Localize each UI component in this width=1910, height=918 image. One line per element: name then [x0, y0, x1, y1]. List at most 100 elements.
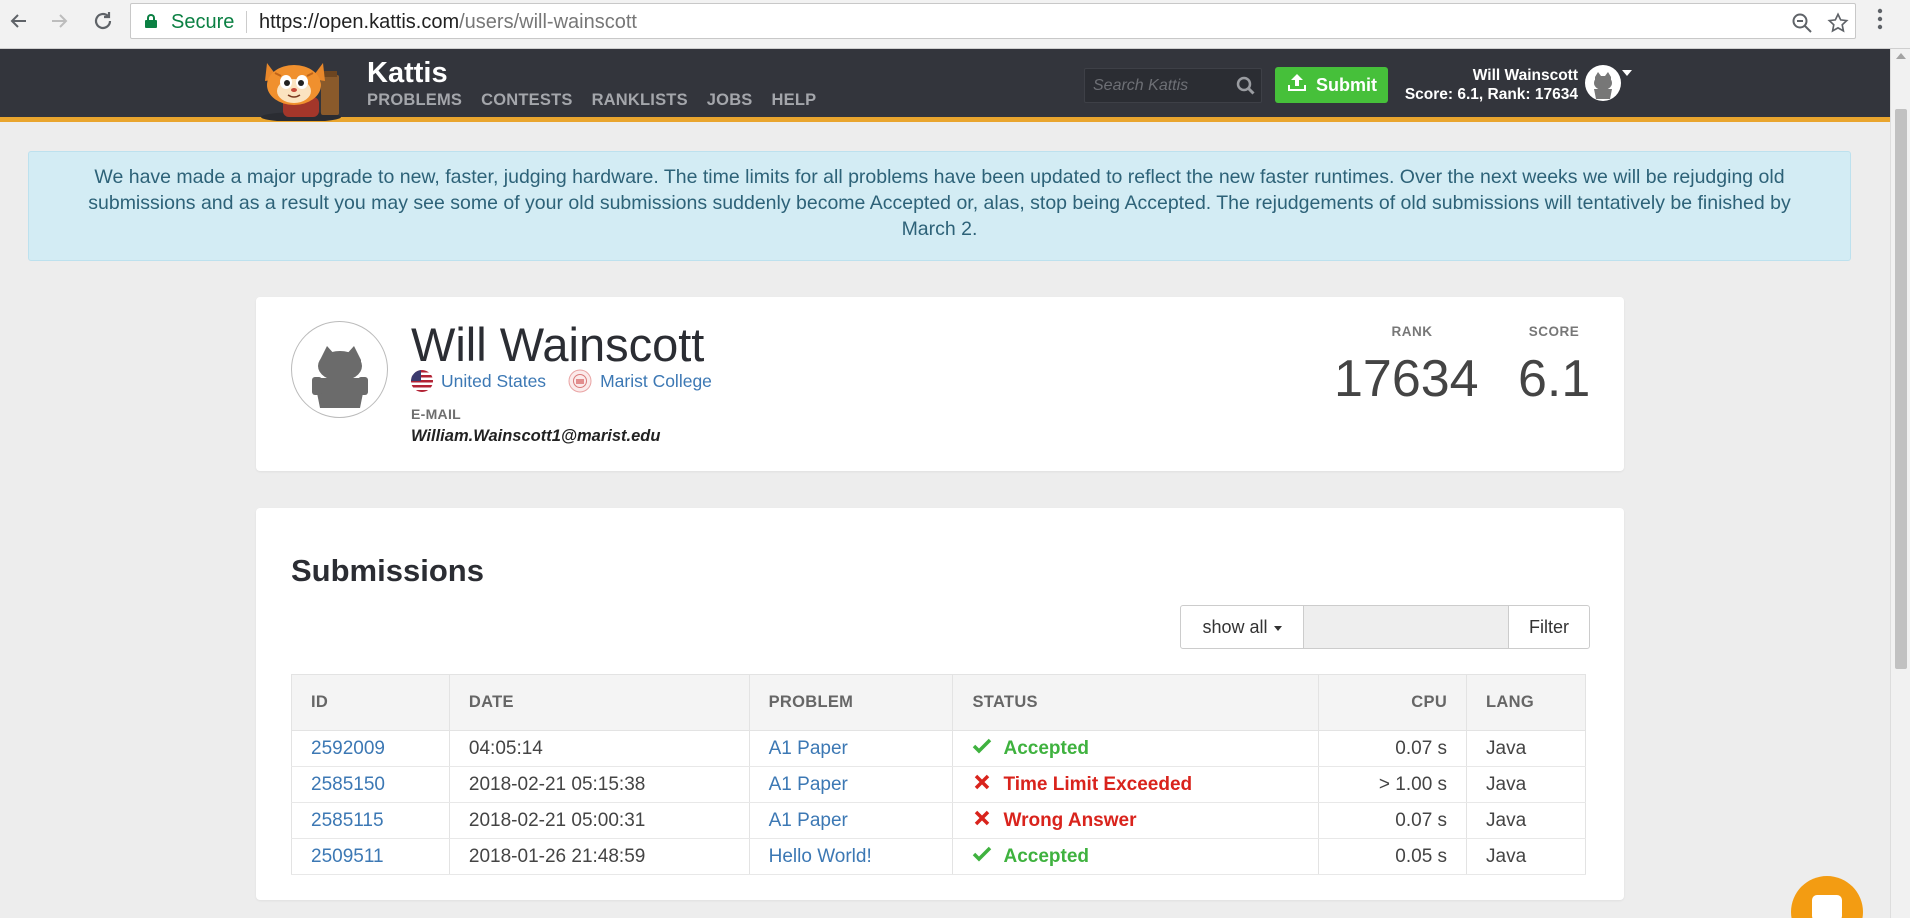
brand-title[interactable]: Kattis — [367, 57, 448, 90]
email-value: William.Wainscott1@marist.edu — [411, 427, 661, 445]
lock-icon — [145, 14, 157, 28]
col-problem: PROBLEM — [749, 674, 954, 731]
submission-lang: Java — [1466, 802, 1586, 839]
profile-avatar — [291, 321, 388, 418]
main-nav: PROBLEMS CONTESTS RANKLISTS JOBS HELP — [367, 91, 816, 110]
status-accepted: Accepted — [972, 737, 1089, 761]
submission-lang: Java — [1466, 730, 1586, 767]
rank-label: RANK — [1391, 324, 1433, 339]
us-flag-icon — [411, 370, 433, 392]
nav-jobs[interactable]: JOBS — [707, 91, 753, 110]
reload-icon[interactable] — [88, 6, 118, 36]
forward-arrow-icon[interactable] — [44, 6, 74, 36]
submissions-table: ID DATE PROBLEM STATUS CPU LANG 2592009 … — [291, 674, 1586, 875]
submission-id-link[interactable]: 2509511 — [311, 846, 384, 867]
check-icon — [972, 845, 992, 869]
rank-value: 17634 — [1334, 350, 1479, 408]
address-bar[interactable]: Secure https://open.kattis.com/users/wil… — [130, 3, 1856, 39]
status-text: Time Limit Exceeded — [1003, 773, 1193, 795]
submit-button[interactable]: Submit — [1275, 67, 1388, 103]
user-menu-caret-icon[interactable] — [1622, 70, 1632, 76]
submission-date: 2018-02-21 05:00:31 — [449, 802, 750, 839]
col-cpu: CPU — [1318, 674, 1468, 731]
problem-link[interactable]: A1 Paper — [769, 810, 848, 831]
status-accepted: Accepted — [972, 845, 1089, 869]
secure-label: Secure — [171, 11, 235, 33]
header-user-stats: Score: 6.1, Rank: 17634 — [1404, 86, 1578, 103]
submissions-card: Submissions show all Filter ID DATE PROB… — [256, 508, 1624, 900]
submission-id-link[interactable]: 2585115 — [311, 810, 384, 831]
submission-filter: show all Filter — [1180, 605, 1590, 649]
cross-icon — [972, 809, 992, 833]
profile-name: Will Wainscott — [411, 318, 705, 371]
page-scrollbar[interactable] — [1890, 49, 1910, 918]
nav-ranklists[interactable]: RANKLISTS — [592, 91, 688, 110]
submit-label: Submit — [1316, 74, 1377, 95]
kebab-menu-icon[interactable] — [1876, 8, 1884, 36]
problem-link[interactable]: Hello World! — [769, 846, 872, 867]
check-icon — [972, 737, 992, 761]
status-text: Accepted — [1003, 737, 1090, 759]
user-menu[interactable]: Will Wainscott Score: 6.1, Rank: 17634 — [1380, 66, 1578, 104]
chat-icon[interactable] — [1791, 876, 1863, 918]
submission-date: 04:05:14 — [449, 730, 750, 767]
star-icon[interactable] — [1827, 12, 1849, 40]
col-lang: LANG — [1466, 674, 1586, 731]
submissions-title: Submissions — [291, 553, 484, 588]
score-value: 6.1 — [1518, 350, 1591, 408]
browser-toolbar: Secure https://open.kattis.com/users/wil… — [0, 0, 1910, 49]
table-header-row: ID DATE PROBLEM STATUS CPU LANG — [291, 674, 1586, 731]
url-text[interactable]: https://open.kattis.com/users/will-wains… — [259, 11, 637, 34]
url-path: /users/will-wainscott — [459, 11, 637, 33]
search-box — [1084, 68, 1262, 103]
submission-date: 2018-01-26 21:48:59 — [449, 838, 750, 875]
url-divider — [246, 11, 247, 33]
problem-link[interactable]: A1 Paper — [769, 738, 848, 759]
nav-contests[interactable]: CONTESTS — [481, 91, 572, 110]
kattis-logo[interactable] — [253, 53, 349, 122]
filter-input[interactable] — [1304, 605, 1508, 649]
status-text: Wrong Answer — [1003, 809, 1137, 831]
problem-link[interactable]: A1 Paper — [769, 774, 848, 795]
status-text: Accepted — [1003, 845, 1090, 867]
school-link[interactable]: Marist College — [600, 371, 712, 392]
chevron-down-icon — [1273, 625, 1282, 631]
submission-cpu: > 1.00 s — [1318, 766, 1468, 803]
header-avatar[interactable] — [1585, 65, 1621, 101]
scroll-up-arrow-icon[interactable] — [1896, 53, 1906, 59]
url-host: https://open.kattis.com — [259, 11, 460, 33]
upload-icon — [1286, 73, 1308, 98]
header-user-name: Will Wainscott — [1472, 67, 1578, 84]
status-filter-value: show all — [1202, 616, 1268, 637]
search-input[interactable] — [1085, 69, 1225, 102]
nav-problems[interactable]: PROBLEMS — [367, 91, 462, 110]
submission-date: 2018-02-21 05:15:38 — [449, 766, 750, 803]
table-row: 2585150 2018-02-21 05:15:38 A1 Paper Tim… — [291, 766, 1586, 803]
search-icon[interactable] — [1235, 75, 1257, 97]
country-link[interactable]: United States — [441, 371, 546, 392]
back-arrow-icon[interactable] — [4, 6, 34, 36]
col-date: DATE — [449, 674, 750, 731]
site-header: Kattis PROBLEMS CONTESTS RANKLISTS JOBS … — [0, 49, 1890, 122]
profile-affiliations: United States Marist College — [411, 369, 712, 393]
score-label: SCORE — [1528, 324, 1580, 339]
info-alert: We have made a major upgrade to new, fas… — [28, 151, 1851, 261]
scroll-thumb[interactable] — [1895, 109, 1907, 669]
submission-lang: Java — [1466, 766, 1586, 803]
col-status: STATUS — [952, 674, 1320, 731]
cross-icon — [972, 773, 992, 797]
submission-cpu: 0.07 s — [1318, 802, 1468, 839]
status-rejected: Wrong Answer — [972, 809, 1137, 833]
filter-button[interactable]: Filter — [1508, 605, 1590, 649]
table-row: 2585115 2018-02-21 05:00:31 A1 Paper Wro… — [291, 802, 1586, 839]
status-rejected: Time Limit Exceeded — [972, 773, 1192, 797]
nav-help[interactable]: HELP — [772, 91, 817, 110]
submission-cpu: 0.05 s — [1318, 838, 1468, 875]
status-filter-dropdown[interactable]: show all — [1180, 605, 1304, 649]
table-row: 2509511 2018-01-26 21:48:59 Hello World!… — [291, 838, 1586, 875]
email-label: E-MAIL — [411, 406, 462, 422]
college-seal-icon — [568, 369, 592, 393]
zoom-icon[interactable] — [1791, 12, 1813, 40]
submission-id-link[interactable]: 2585150 — [311, 774, 385, 795]
submission-id-link[interactable]: 2592009 — [311, 738, 385, 759]
